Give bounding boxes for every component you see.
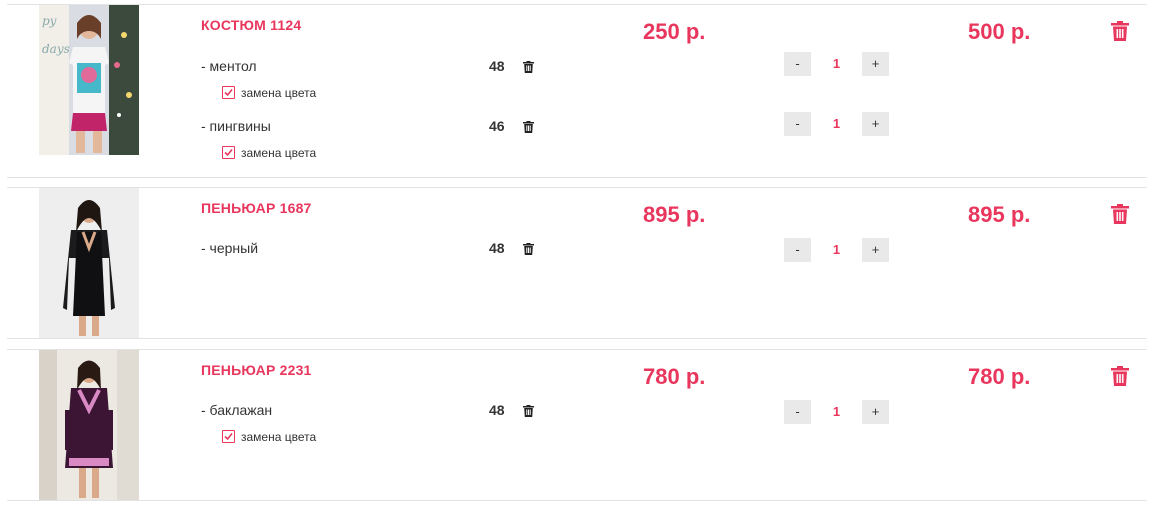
qty-value[interactable]: 1 (811, 238, 862, 262)
remove-item-icon[interactable] (1111, 204, 1131, 226)
svg-text:days: days (42, 42, 70, 56)
variant-size: 48 (489, 240, 505, 256)
variant-row: - черный 48 - 1 + (201, 238, 1101, 264)
quantity-stepper: - 1 + (784, 400, 894, 424)
unit-price: 895 р. (643, 202, 706, 227)
remove-variant-icon[interactable] (523, 120, 535, 133)
unit-price: 780 р. (643, 364, 706, 389)
product-photo[interactable] (39, 350, 139, 500)
qty-value[interactable]: 1 (811, 52, 862, 76)
increase-qty-button[interactable]: + (862, 400, 889, 424)
product-title[interactable]: КОСТЮМ 1124 (201, 17, 301, 33)
cart-item: py days КОСТЮМ 1124 250 р. 500 р. - мент… (7, 4, 1147, 178)
cart-item: ПЕНЬЮАР 2231 780 р. 780 р. - баклажан 48… (7, 349, 1147, 501)
color-swap-checkbox[interactable] (222, 430, 235, 443)
line-total: 780 р. (968, 364, 1031, 389)
remove-item-icon[interactable] (1111, 366, 1131, 388)
remove-variant-icon[interactable] (523, 242, 535, 255)
line-total: 500 р. (968, 19, 1031, 44)
variant-size: 48 (489, 58, 505, 74)
product-photo[interactable]: py days (39, 5, 139, 155)
increase-qty-button[interactable]: + (862, 112, 889, 136)
decrease-qty-button[interactable]: - (784, 400, 811, 424)
remove-variant-icon[interactable] (523, 404, 535, 417)
variant-color: - черный (201, 240, 259, 256)
color-swap-label: замена цвета (241, 430, 317, 444)
variant-color: - пингвины (201, 118, 271, 134)
cart-item: ПЕНЬЮАР 1687 895 р. 895 р. - черный 48 -… (7, 187, 1147, 339)
color-swap-label: замена цвета (241, 86, 317, 100)
color-swap-checkbox[interactable] (222, 146, 235, 159)
variant-size: 48 (489, 402, 505, 418)
decrease-qty-button[interactable]: - (784, 238, 811, 262)
color-swap-label: замена цвета (241, 146, 317, 160)
qty-value[interactable]: 1 (811, 112, 862, 136)
line-total: 895 р. (968, 202, 1031, 227)
qty-value[interactable]: 1 (811, 400, 862, 424)
product-title[interactable]: ПЕНЬЮАР 2231 (201, 362, 312, 378)
decrease-qty-button[interactable]: - (784, 112, 811, 136)
remove-item-icon[interactable] (1111, 21, 1131, 43)
variant-color: - ментол (201, 58, 257, 74)
color-swap-checkbox[interactable] (222, 86, 235, 99)
variant-row: - пингвины 46 - 1 + замена цвета (201, 112, 1101, 160)
increase-qty-button[interactable]: + (862, 52, 889, 76)
quantity-stepper: - 1 + (784, 112, 894, 136)
product-title[interactable]: ПЕНЬЮАР 1687 (201, 200, 312, 216)
decrease-qty-button[interactable]: - (784, 52, 811, 76)
svg-text:py: py (42, 14, 57, 28)
variant-row: - ментол 48 - 1 + замена цвета (201, 52, 1101, 100)
increase-qty-button[interactable]: + (862, 238, 889, 262)
variant-size: 46 (489, 118, 505, 134)
quantity-stepper: - 1 + (784, 52, 894, 76)
remove-variant-icon[interactable] (523, 60, 535, 73)
unit-price: 250 р. (643, 19, 706, 44)
variant-color: - баклажан (201, 402, 273, 418)
quantity-stepper: - 1 + (784, 238, 894, 262)
variant-row: - баклажан 48 - 1 + замена цвета (201, 400, 1101, 444)
product-photo[interactable] (39, 188, 139, 338)
